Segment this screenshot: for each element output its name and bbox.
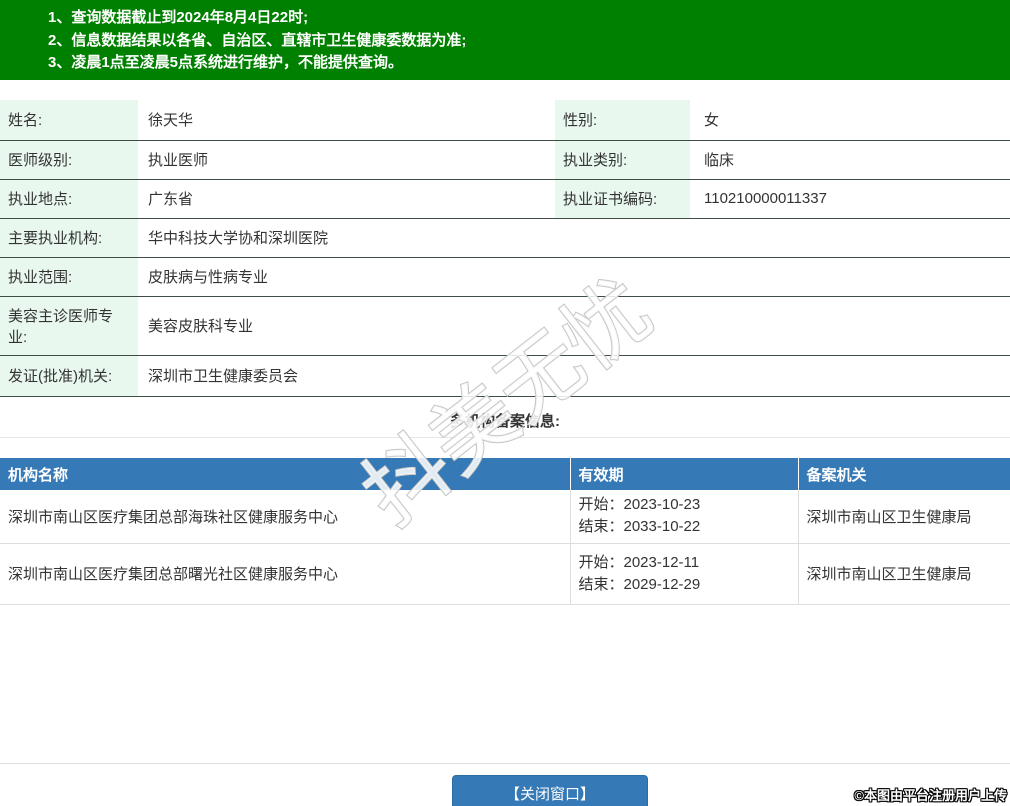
info-row-cosmetic-specialty: 美容主诊医师专 业: 美容皮肤科专业 [0,296,1010,356]
footer-divider [0,763,1010,764]
cosmetic-specialty-value: 美容皮肤科专业 [138,296,1010,356]
doctor-level-value: 执业医师 [138,140,555,180]
gender-label: 性别: [555,100,690,141]
validity-start: 开始：2023-10-23 [578,496,701,514]
filing-agency-column-header: 备案机关 [797,458,1010,490]
multi-org-table: 机构名称 有效期 备案机关 深圳市南山区医疗集团总部海珠社区健康服务中心 开始：… [0,458,1010,605]
multi-org-section-title: 多机构备案信息: [450,413,560,430]
name-value: 徐天华 [138,100,555,141]
cosmetic-specialty-label: 美容主诊医师专 业: [0,296,138,356]
validity-cell: 开始：2023-10-23 结束：2033-10-22 [569,490,798,544]
notice-line-3: 3、凌晨1点至凌晨5点系统进行维护，不能提供查询。 [48,54,404,71]
org-name-cell: 深圳市南山区医疗集团总部海珠社区健康服务中心 [0,490,570,544]
doctor-info-table: 姓名: 徐天华 性别: 女 医师级别: 执业医师 执业类别: 临床 执业地点: … [0,100,1010,397]
notice-banner: 1、查询数据截止到2024年8月4日22时; 2、信息数据结果以各省、自治区、直… [0,0,1010,80]
copyright-overlay-text: ©本图由平台注册用户上传 [854,788,1007,803]
issuing-authority-value: 深圳市卫生健康委员会 [138,355,1010,397]
main-institution-label: 主要执业机构: [0,218,138,258]
certificate-number-label: 执业证书编码: [555,179,690,219]
info-row-name-gender: 姓名: 徐天华 性别: 女 [0,100,1010,141]
practice-category-label: 执业类别: [555,140,690,180]
validity-start: 开始：2023-12-11 [578,553,700,571]
info-row-location-cert: 执业地点: 广东省 执业证书编码: 110210000011337 [0,179,1010,219]
issuing-authority-label: 发证(批准)机关: [0,355,138,397]
info-row-main-institution: 主要执业机构: 华中科技大学协和深圳医院 [0,218,1010,258]
practice-location-value: 广东省 [138,179,555,219]
certificate-number-value: 110210000011337 [690,179,1010,219]
notice-line-1: 1、查询数据截止到2024年8月4日22时; [48,9,309,26]
multi-org-header-row: 机构名称 有效期 备案机关 [0,458,1010,490]
section-divider [0,437,1010,438]
info-row-issuing-authority: 发证(批准)机关: 深圳市卫生健康委员会 [0,355,1010,397]
practice-category-value: 临床 [690,140,1010,180]
main-institution-value: 华中科技大学协和深圳医院 [138,218,1010,258]
org-name-column-header: 机构名称 [0,458,570,490]
notice-line-2: 2、信息数据结果以各省、自治区、直辖市卫生健康委数据为准; [48,31,467,49]
practice-scope-label: 执业范围: [0,257,138,297]
table-row: 深圳市南山区医疗集团总部曙光社区健康服务中心 开始：2023-12-11 结束：… [0,543,1010,605]
info-row-practice-scope: 执业范围: 皮肤病与性病专业 [0,257,1010,297]
name-label: 姓名: [0,100,138,141]
practice-location-label: 执业地点: [0,179,138,219]
validity-end: 结束：2033-10-22 [578,518,701,536]
org-name-cell: 深圳市南山区医疗集团总部曙光社区健康服务中心 [0,543,570,605]
validity-column-header: 有效期 [569,458,798,490]
validity-end: 结束：2029-12-29 [578,575,701,593]
gender-value: 女 [690,100,1010,141]
table-row: 深圳市南山区医疗集团总部海珠社区健康服务中心 开始：2023-10-23 结束：… [0,490,1010,544]
info-row-level-category: 医师级别: 执业医师 执业类别: 临床 [0,140,1010,180]
close-window-button[interactable]: 【关闭窗口】 [452,775,648,806]
query-result-page: 1、查询数据截止到2024年8月4日22时; 2、信息数据结果以各省、自治区、直… [0,0,1010,806]
filing-agency-cell: 深圳市南山区卫生健康局 [797,543,1010,605]
validity-cell: 开始：2023-12-11 结束：2029-12-29 [569,543,798,605]
practice-scope-value: 皮肤病与性病专业 [138,257,1010,297]
doctor-level-label: 医师级别: [0,140,138,180]
filing-agency-cell: 深圳市南山区卫生健康局 [797,490,1010,544]
